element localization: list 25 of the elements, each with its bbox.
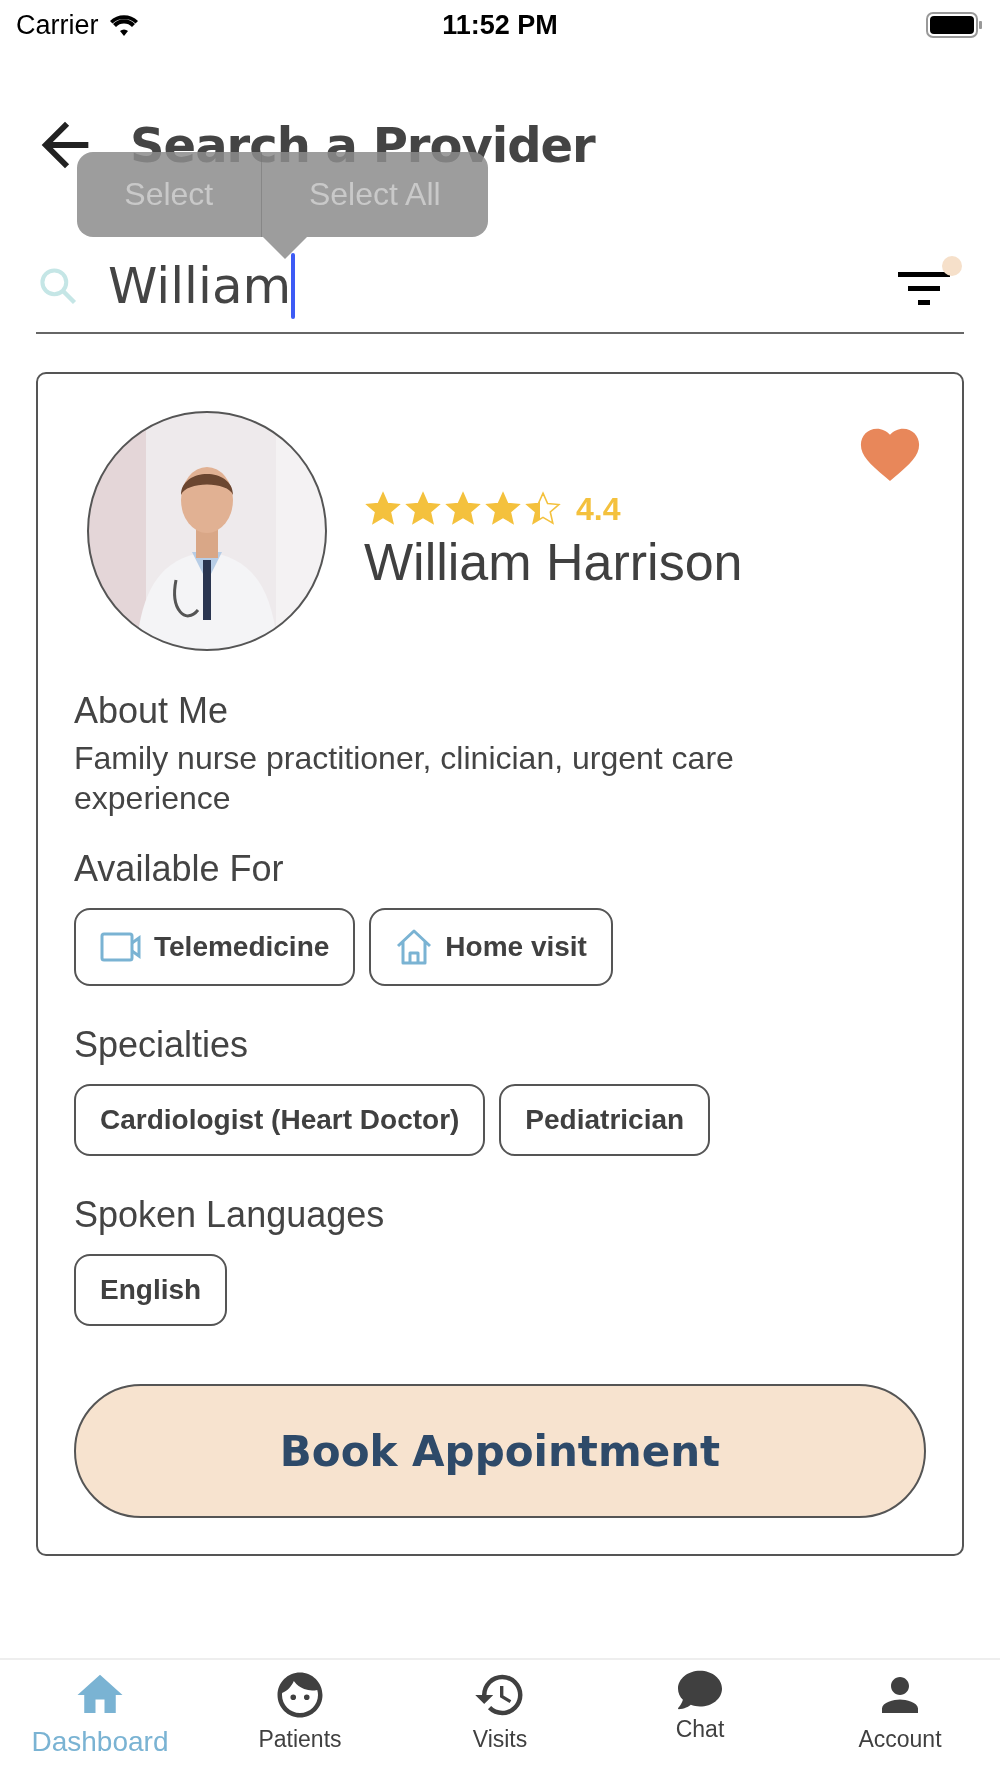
book-appointment-button[interactable]: Book Appointment [74, 1384, 926, 1518]
chat-icon [678, 1668, 722, 1712]
tab-bar-item[interactable]: Chat [600, 1660, 800, 1778]
rating-value: 4.4 [576, 490, 621, 528]
section-title: Available For [74, 848, 285, 890]
language-tag: English [74, 1254, 228, 1326]
tab-bar-item[interactable]: Visits [400, 1660, 600, 1778]
house-icon [395, 928, 434, 966]
video-camera-icon [100, 931, 142, 963]
battery-icon [926, 12, 984, 38]
section-title: Spoken Languages [74, 1194, 386, 1236]
chip-label: Home visit [445, 931, 587, 963]
tab-bar-item[interactable]: Patients [200, 1660, 400, 1778]
clock-time: 11:52 PM [442, 9, 558, 41]
wifi-icon [108, 14, 139, 36]
search-field[interactable]: William [108, 253, 864, 319]
specialty-tag: Cardiologist (Heart Doctor) [74, 1084, 486, 1156]
specialty-tag: Pediatrician [499, 1084, 711, 1156]
carrier-label: Carrier [16, 9, 99, 41]
tab-bar-item[interactable]: Account [800, 1660, 1000, 1778]
section-title: About Me [74, 690, 230, 732]
about-text: Family nurse practitioner, clinician, urgent care experience [74, 739, 735, 818]
section-title: Specialties [74, 1024, 250, 1066]
provider-name: William Harrison [364, 532, 743, 592]
chip-label: Telemedicine [154, 931, 330, 963]
